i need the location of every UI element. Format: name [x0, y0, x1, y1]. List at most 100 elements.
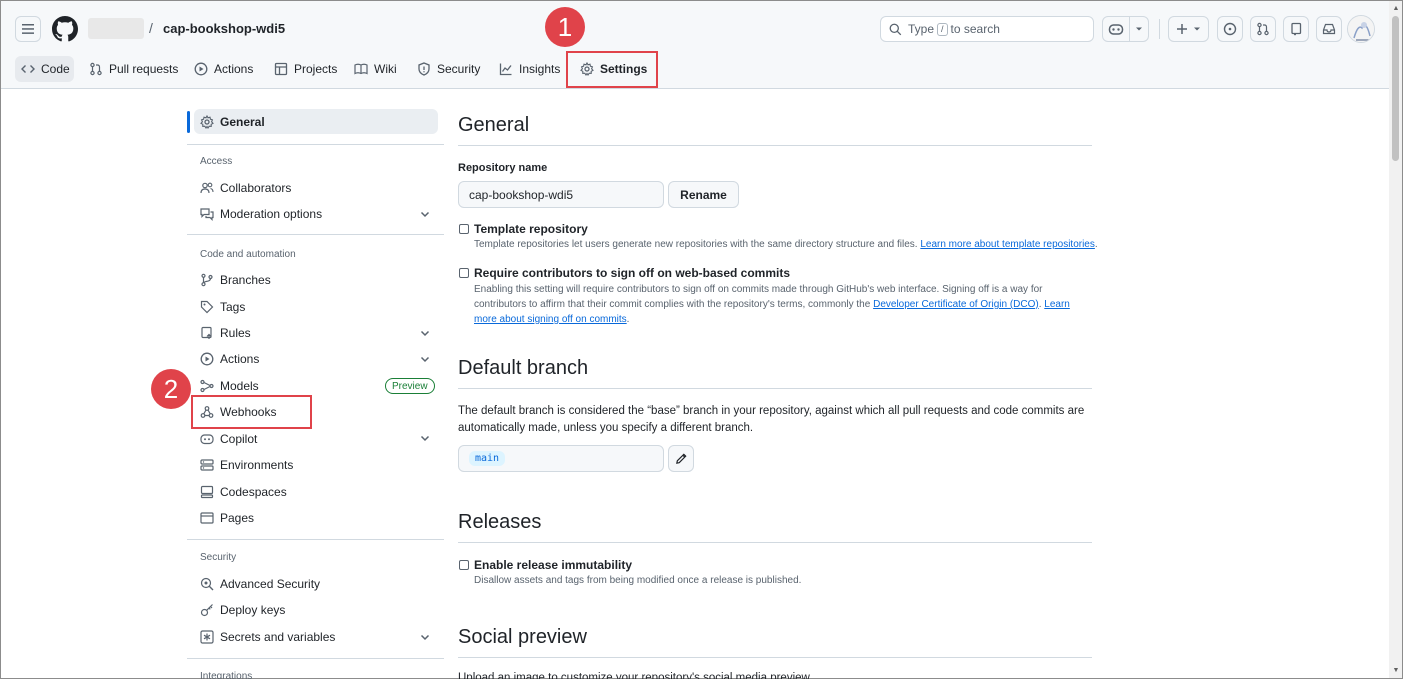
table-icon: [274, 62, 288, 76]
sidebar-item-label: Tags: [220, 300, 246, 314]
git-pull-request-icon: [90, 62, 102, 76]
sidebar-divider: [187, 658, 444, 659]
sidebar-item-label: Webhooks: [220, 405, 277, 419]
owner-name-redacted[interactable]: [88, 18, 144, 39]
chevron-down-icon[interactable]: [419, 432, 431, 444]
github-logo-icon[interactable]: [52, 16, 78, 42]
copilot-icon: [1108, 24, 1124, 35]
template-desc-text: Template repositories let users generate…: [474, 239, 918, 250]
release-immutability-title: Enable release immutability: [474, 558, 633, 572]
user-avatar[interactable]: [1347, 15, 1375, 43]
repositories-button[interactable]: [1283, 16, 1309, 42]
sidebar-item-models[interactable]: Models: [200, 376, 259, 396]
tab-actions[interactable]: Actions: [188, 56, 259, 82]
chevron-down-icon: [1136, 27, 1142, 31]
sidebar-item-label: Models: [220, 379, 259, 393]
chevron-down-icon[interactable]: [419, 208, 431, 220]
play-icon: [194, 62, 208, 76]
sidebar-item-actions[interactable]: Actions: [200, 349, 259, 369]
signoff-learn-link-b[interactable]: more about signing off on commits: [474, 314, 627, 325]
sidebar-item-codespaces[interactable]: Codespaces: [200, 482, 287, 502]
release-immutability-checkbox[interactable]: [459, 560, 469, 570]
sidebar-heading-code-automation: Code and automation: [200, 249, 296, 260]
inbox-button[interactable]: [1316, 16, 1342, 42]
sidebar-divider: [187, 234, 444, 235]
copilot-icon: [200, 434, 214, 445]
tab-wiki[interactable]: Wiki: [348, 56, 403, 82]
template-repository-title: Template repository: [474, 222, 588, 236]
avatar-image-icon: [1348, 16, 1374, 42]
signoff-desc-line2-text: contributors to affirm that their commit…: [474, 299, 871, 310]
sidebar-item-deploy-keys[interactable]: Deploy keys: [200, 600, 285, 620]
shield-icon: [418, 62, 430, 76]
sidebar-item-collaborators[interactable]: Collaborators: [200, 178, 291, 198]
repo-icon: [1291, 22, 1302, 36]
repo-name-label: Repository name: [458, 162, 548, 174]
rename-button[interactable]: Rename: [668, 181, 739, 208]
codescan-icon: [200, 577, 214, 591]
sidebar-item-label: Deploy keys: [220, 603, 286, 617]
copilot-button[interactable]: [1102, 16, 1149, 42]
sidebar-item-copilot[interactable]: Copilot: [200, 429, 257, 449]
template-desc-end: .: [1094, 239, 1098, 250]
sidebar-item-moderation[interactable]: Moderation options: [200, 204, 322, 224]
repo-name-input[interactable]: cap-bookshop-wdi5: [458, 181, 664, 208]
sidebar-item-label: General: [220, 115, 265, 129]
search-shortcut-key: /: [937, 22, 948, 36]
tab-code-label: Code: [41, 62, 70, 76]
issues-button[interactable]: [1217, 16, 1243, 42]
sidebar-item-webhooks[interactable]: Webhooks: [200, 402, 276, 422]
sidebar-divider: [187, 539, 444, 540]
sidebar-item-label: Collaborators: [220, 181, 292, 195]
signoff-desc-line1: Enabling this setting will require contr…: [474, 284, 1043, 295]
gear-icon: [200, 115, 214, 129]
git-pull-request-icon: [1257, 22, 1269, 36]
sidebar-item-branches[interactable]: Branches: [200, 270, 271, 290]
tab-projects[interactable]: Projects: [268, 56, 343, 82]
repo-name-link[interactable]: cap-bookshop-wdi5: [163, 21, 285, 36]
chevron-down-icon[interactable]: [419, 631, 431, 643]
default-branch-description: The default branch is considered the “ba…: [458, 403, 1098, 437]
sidebar-item-label: Advanced Security: [220, 577, 321, 591]
signoff-desc: Enabling this setting will require contr…: [474, 282, 1094, 327]
signoff-checkbox[interactable]: [459, 268, 469, 278]
webhook-icon: [200, 406, 214, 418]
template-repository-checkbox[interactable]: [459, 224, 469, 234]
scroll-up-arrow-icon[interactable]: ▲: [1392, 4, 1400, 12]
create-new-button[interactable]: [1168, 16, 1209, 42]
signoff-desc-mid: .: [1038, 299, 1042, 310]
sidebar-item-pages[interactable]: Pages: [200, 508, 254, 528]
sidebar-item-tags[interactable]: Tags: [200, 297, 245, 317]
menu-button[interactable]: [15, 16, 41, 42]
sidebar-item-secrets[interactable]: Secrets and variables: [200, 627, 335, 647]
sidebar-item-general[interactable]: General: [200, 112, 265, 132]
tab-security[interactable]: Security: [411, 56, 486, 82]
releases-title: Releases: [458, 511, 542, 533]
sidebar-item-rules[interactable]: Rules: [200, 323, 251, 343]
chevron-down-icon[interactable]: [419, 327, 431, 339]
signoff-desc-line3: more about signing off on commits.: [474, 312, 1094, 327]
scrollbar-thumb[interactable]: [1392, 16, 1399, 161]
signoff-desc-line2: contributors to affirm that their commit…: [474, 297, 1094, 312]
chevron-down-icon: [1194, 27, 1200, 31]
chevron-down-icon[interactable]: [419, 353, 431, 365]
dco-link[interactable]: Developer Certificate of Origin (DCO): [873, 299, 1039, 310]
template-learn-more-link[interactable]: Learn more about template repositories: [920, 239, 1095, 250]
pull-requests-button[interactable]: [1250, 16, 1276, 42]
tab-pull-requests[interactable]: Pull requests: [83, 56, 184, 82]
signoff-learn-link-a[interactable]: Learn: [1044, 299, 1070, 310]
scroll-down-arrow-icon[interactable]: ▼: [1392, 666, 1400, 674]
search-suffix: to search: [950, 22, 1000, 36]
sidebar-item-environments[interactable]: Environments: [200, 455, 293, 475]
search-input[interactable]: Type / to search: [880, 16, 1094, 42]
sidebar-item-label: Codespaces: [220, 485, 287, 499]
header-divider: [1159, 19, 1160, 39]
release-immutability-desc: Disallow assets and tags from being modi…: [474, 575, 802, 586]
annotation-step-1: 1: [545, 7, 585, 47]
default-branch-desc-line1: The default branch is considered the “ba…: [458, 405, 1085, 417]
tab-insights[interactable]: Insights: [493, 56, 566, 82]
tab-code[interactable]: Code: [15, 56, 74, 82]
edit-default-branch-button[interactable]: [668, 445, 694, 472]
sidebar-item-advanced-security[interactable]: Advanced Security: [200, 574, 320, 594]
tag-icon: [200, 300, 214, 314]
